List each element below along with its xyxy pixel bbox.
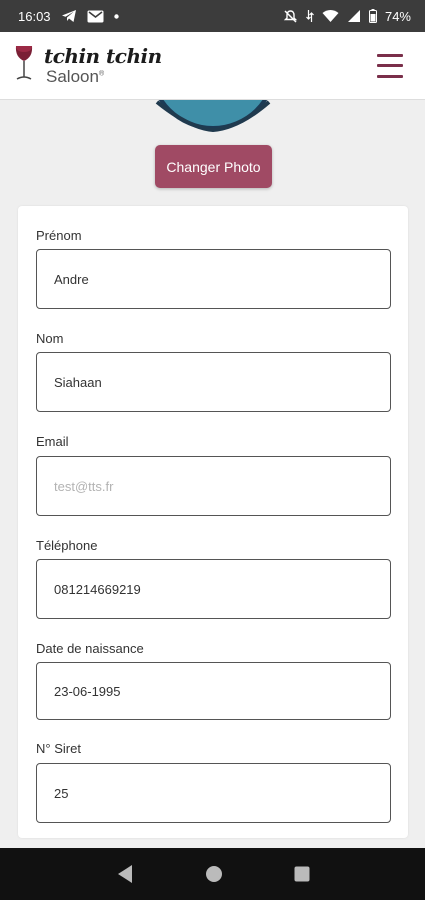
hamburger-icon-bar <box>377 64 403 67</box>
registered-mark: ® <box>98 70 105 78</box>
mute-icon <box>283 9 298 24</box>
profile-content: Changer Photo Prénom Nom Email Téléphone… <box>0 100 425 848</box>
last-name-input[interactable] <box>36 352 391 412</box>
data-icon <box>306 9 314 23</box>
back-icon[interactable] <box>116 864 134 884</box>
battery-percent: 74% <box>384 8 411 24</box>
birthdate-label: Date de naissance <box>36 641 144 656</box>
logo-title: tchin tchin <box>44 44 162 68</box>
telegram-icon <box>61 9 77 23</box>
hamburger-icon-bar <box>377 53 403 57</box>
phone-input[interactable] <box>36 559 391 619</box>
wine-glass-icon <box>12 43 40 88</box>
menu-button[interactable] <box>377 53 403 78</box>
email-input[interactable] <box>36 456 391 516</box>
battery-icon <box>368 9 377 23</box>
recents-icon[interactable] <box>294 866 310 882</box>
wifi-icon <box>322 9 339 23</box>
phone-label: Téléphone <box>36 538 98 553</box>
signal-icon <box>347 9 361 23</box>
logo-subtitle: Saloon® <box>46 67 105 86</box>
email-label: Email <box>36 434 69 449</box>
profile-avatar <box>149 100 277 132</box>
last-name-label: Nom <box>36 331 64 346</box>
status-bar: 16:03 74% <box>0 0 425 32</box>
birthdate-input[interactable] <box>36 662 391 720</box>
dot-icon <box>113 13 119 19</box>
gmail-icon <box>87 10 104 23</box>
siret-input[interactable] <box>36 763 391 823</box>
system-nav-bar <box>0 848 425 900</box>
first-name-input[interactable] <box>36 249 391 309</box>
siret-label: N° Siret <box>36 741 81 756</box>
home-icon[interactable] <box>205 865 223 883</box>
first-name-label: Prénom <box>36 228 82 243</box>
status-time: 16:03 <box>18 8 51 24</box>
hamburger-icon-bar <box>377 74 403 78</box>
change-photo-button[interactable]: Changer Photo <box>155 145 272 188</box>
app-header: tchin tchin Saloon® <box>0 32 425 100</box>
profile-form: Prénom Nom Email Téléphone Date de naiss… <box>18 206 408 838</box>
logo[interactable]: tchin tchin Saloon® <box>12 43 162 88</box>
